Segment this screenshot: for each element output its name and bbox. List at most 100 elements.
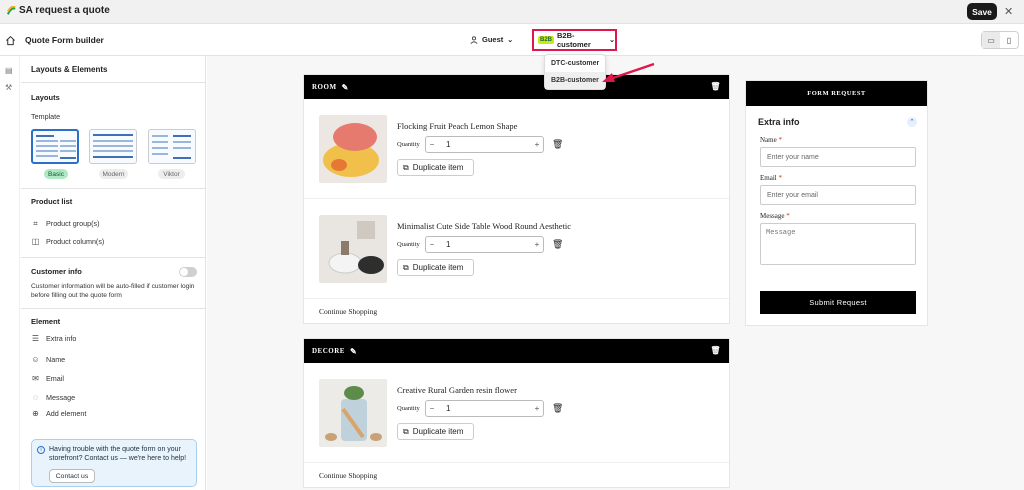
minus-icon[interactable]: − [426, 240, 438, 249]
trash-icon[interactable]: 🗑 [710, 82, 721, 91]
plus-icon[interactable]: + [531, 140, 543, 149]
sidebar-item-email[interactable]: ✉ Email [31, 374, 64, 383]
quantity-stepper[interactable]: − 1 + [425, 400, 544, 417]
sidebar-item-name[interactable]: ☺ Name [31, 355, 65, 364]
plus-circle-icon: ⊕ [32, 409, 39, 418]
guest-selector[interactable]: Guest ⌄ [470, 35, 513, 44]
layout-icon[interactable]: ▤ [5, 66, 14, 75]
template-viktor[interactable] [148, 129, 196, 164]
add-element-button[interactable]: ⊕ Add element [31, 409, 86, 418]
trash-icon[interactable]: 🗑 [552, 403, 563, 414]
sidebar-item-label: Name [46, 355, 66, 364]
page-title: Quote Form builder [25, 35, 104, 45]
magic-icon[interactable]: ⚒ [5, 83, 14, 92]
name-field[interactable]: Enter your name [760, 147, 916, 167]
copy-icon: ⧉ [403, 262, 409, 272]
product-name: Creative Rural Garden resin flower [397, 385, 517, 395]
product-name: Flocking Fruit Peach Lemon Shape [397, 121, 518, 131]
product-list-heading: Product list [31, 197, 73, 206]
home-icon[interactable] [5, 35, 16, 46]
sidebar-item-product-groups[interactable]: ⌗ Product group(s) [31, 219, 100, 229]
columns-icon: ◫ [31, 237, 40, 246]
save-button[interactable]: Save [967, 3, 997, 20]
group-header[interactable]: ROOM ✎ 🗑 [304, 75, 729, 99]
copy-icon: ⧉ [403, 426, 409, 436]
product-name: Minimalist Cute Side Table Wood Round Ae… [397, 221, 572, 231]
group-title: DECORE [312, 347, 345, 355]
duplicate-item-button[interactable]: ⧉ Duplicate item [397, 423, 474, 440]
segment-dropdown: DTC-customer B2B-customer [544, 54, 606, 90]
email-label: Email * [760, 174, 782, 182]
message-label: Message * [760, 212, 790, 220]
plus-icon[interactable]: + [531, 404, 543, 413]
email-field[interactable]: Enter your email [760, 185, 916, 205]
submit-request-button[interactable]: Submit Request [760, 291, 916, 314]
quantity-value[interactable]: 1 [438, 140, 531, 149]
help-banner: i Having trouble with the quote form on … [31, 439, 197, 487]
continue-shopping-link[interactable]: Continue Shopping [304, 299, 729, 323]
guest-label: Guest [482, 35, 504, 44]
quantity-value[interactable]: 1 [438, 240, 531, 249]
extra-info-title: Extra info [758, 117, 800, 127]
dropdown-option-b2b[interactable]: B2B-customer [545, 72, 605, 89]
minus-icon[interactable]: − [426, 404, 438, 413]
quantity-value[interactable]: 1 [438, 404, 531, 413]
quantity-stepper[interactable]: − 1 + [425, 236, 544, 253]
duplicate-item-button[interactable]: ⧉ Duplicate item [397, 159, 474, 176]
customer-info-heading: Customer info [31, 267, 82, 276]
minus-icon[interactable]: − [426, 140, 438, 149]
sidebar-item-label: Product group(s) [46, 219, 100, 228]
sidebar-item-message[interactable]: ◌ Message [31, 393, 75, 402]
divider [21, 308, 206, 309]
segment-label: B2B-customer [557, 31, 591, 49]
template-modern[interactable] [89, 129, 137, 164]
app-title: SA request a quote [19, 5, 110, 16]
quantity-stepper[interactable]: − 1 + [425, 136, 544, 153]
trash-icon[interactable]: 🗑 [552, 239, 563, 250]
quantity-label: Quantity [397, 141, 420, 148]
icon-rail: ▤ ⚒ [0, 56, 20, 490]
mobile-icon[interactable]: ▯ [1000, 32, 1018, 48]
trash-icon[interactable]: 🗑 [710, 346, 721, 355]
desktop-icon[interactable]: ▭ [982, 32, 1000, 48]
chat-icon: ◌ [33, 393, 38, 402]
product-row: Creative Rural Garden resin flower Quant… [304, 363, 729, 463]
app-top-bar: SA request a quote Save ✕ [0, 0, 1024, 24]
template-basic[interactable] [31, 129, 79, 164]
sidebar-title: Layouts & Elements [31, 65, 108, 74]
product-group-room: ROOM ✎ 🗑 Flocking Fruit Peach Lemon Shap… [303, 74, 730, 324]
customer-info-toggle[interactable] [179, 267, 197, 277]
duplicate-label: Duplicate item [412, 427, 464, 436]
duplicate-item-button[interactable]: ⧉ Duplicate item [397, 259, 474, 276]
customer-info-description: Customer information will be auto-filled… [31, 283, 195, 299]
sidebar-item-label: Email [46, 374, 64, 383]
element-heading: Element [31, 317, 61, 326]
quantity-label: Quantity [397, 405, 420, 412]
name-label: Name * [760, 136, 782, 144]
chevron-down-icon: ⌄ [507, 36, 514, 44]
group-header[interactable]: DECORE ✎ 🗑 [304, 339, 729, 363]
chevron-up-icon[interactable]: ⌃ [907, 117, 917, 127]
product-image [319, 215, 387, 283]
close-icon[interactable]: ✕ [1004, 5, 1013, 18]
contact-us-button[interactable]: Contact us [49, 469, 95, 483]
sidebar-item-product-columns[interactable]: ◫ Product column(s) [31, 237, 105, 246]
preview-canvas: ROOM ✎ 🗑 Flocking Fruit Peach Lemon Shap… [207, 56, 1024, 490]
help-text: Having trouble with the quote form on yo… [49, 446, 187, 462]
plus-icon[interactable]: + [531, 240, 543, 249]
continue-shopping-link[interactable]: Continue Shopping [304, 463, 729, 487]
product-row: Minimalist Cute Side Table Wood Round Ae… [304, 199, 729, 299]
sidebar-item-extra-info[interactable]: ☰ Extra info [31, 334, 76, 343]
template-label: Template [31, 112, 61, 121]
pencil-icon[interactable]: ✎ [342, 83, 349, 92]
form-request-panel: FORM REQUEST Extra info ⌃ Name * Enter y… [745, 80, 928, 326]
copy-icon: ⧉ [403, 162, 409, 172]
dropdown-option-dtc[interactable]: DTC-customer [545, 55, 605, 72]
message-field[interactable]: Message [760, 223, 916, 265]
builder-header: Quote Form builder Guest ⌄ B2B B2B-custo… [0, 24, 1024, 56]
trash-icon[interactable]: 🗑 [552, 139, 563, 150]
pencil-icon[interactable]: ✎ [350, 347, 357, 356]
add-element-label: Add element [46, 409, 87, 418]
customer-segment-select[interactable]: B2B B2B-customer ⌄ [532, 29, 617, 51]
divider [21, 82, 206, 83]
